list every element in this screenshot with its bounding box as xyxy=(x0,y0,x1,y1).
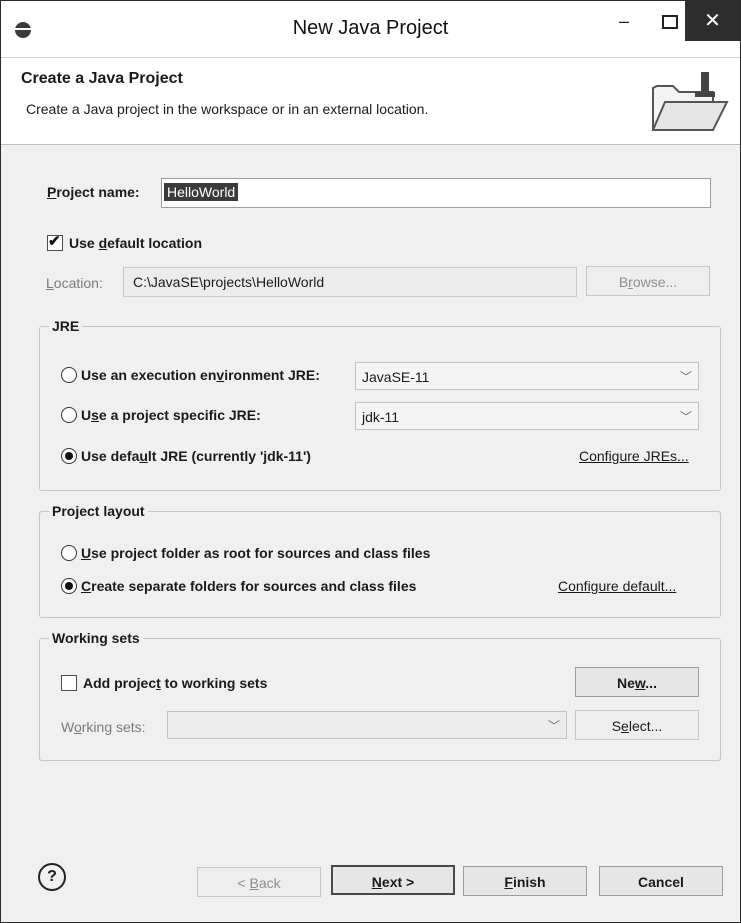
add-to-working-sets-checkbox[interactable] xyxy=(61,675,77,691)
exec-env-jre-value: JavaSE-11 xyxy=(362,369,430,385)
working-sets-group xyxy=(39,638,721,761)
next-button[interactable]: Next > xyxy=(331,865,455,895)
jre-group-title: JRE xyxy=(49,318,83,334)
configure-default-link[interactable]: Configure default... xyxy=(558,578,676,594)
chevron-down-icon: ﹀ xyxy=(679,410,692,424)
finish-button[interactable]: Finish xyxy=(463,866,587,896)
project-name-input[interactable]: HelloWorld xyxy=(161,178,711,208)
project-specific-jre-radio[interactable] xyxy=(61,407,77,423)
exec-env-jre-label: Use an execution environment JRE: xyxy=(81,367,320,383)
working-sets-select[interactable]: ﹀ xyxy=(167,711,567,739)
location-value: C:\JavaSE\projects\HelloWorld xyxy=(133,274,325,290)
new-java-project-dialog: New Java Project – ✕ Create a Java Proje… xyxy=(0,0,741,923)
working-sets-group-title: Working sets xyxy=(49,630,143,646)
location-label: Location: xyxy=(46,275,103,291)
default-jre-label: Use default JRE (currently 'jdk-11') xyxy=(81,448,311,464)
default-jre-radio[interactable] xyxy=(61,448,77,464)
separate-folders-radio[interactable] xyxy=(61,578,77,594)
back-button[interactable]: < Back xyxy=(197,867,321,897)
new-working-set-button[interactable]: New... xyxy=(575,667,699,697)
project-name-label: Project name: xyxy=(47,184,140,200)
project-folder-root-label: Use project folder as root for sources a… xyxy=(81,545,431,561)
title-bar: New Java Project – ✕ xyxy=(1,1,740,58)
project-layout-group xyxy=(39,511,721,618)
minimize-button[interactable]: – xyxy=(601,1,647,41)
exec-env-jre-select[interactable]: JavaSE-11 ﹀ xyxy=(355,362,699,390)
project-name-value: HelloWorld xyxy=(164,183,239,201)
configure-jres-link[interactable]: Configure JREs... xyxy=(579,448,689,464)
new-folder-wizard-icon xyxy=(651,72,729,131)
maximize-icon xyxy=(662,15,678,30)
project-specific-jre-label: Use a project specific JRE: xyxy=(81,407,261,423)
help-icon[interactable]: ? xyxy=(38,863,66,891)
project-folder-root-radio[interactable] xyxy=(61,545,77,561)
chevron-down-icon: ﹀ xyxy=(547,719,560,733)
select-working-sets-button[interactable]: Select... xyxy=(575,710,699,740)
use-default-location-checkbox[interactable] xyxy=(47,232,63,251)
wizard-banner: Create a Java Project Create a Java proj… xyxy=(1,58,740,145)
project-layout-group-title: Project layout xyxy=(49,503,148,519)
separate-folders-label: Create separate folders for sources and … xyxy=(81,578,417,594)
close-button[interactable]: ✕ xyxy=(685,1,740,41)
use-default-location-label: Use default location xyxy=(69,235,203,251)
project-specific-jre-value: jdk-11 xyxy=(362,409,400,425)
banner-description: Create a Java project in the workspace o… xyxy=(26,101,429,117)
working-sets-label: Working sets: xyxy=(61,719,146,735)
cancel-button[interactable]: Cancel xyxy=(599,866,723,896)
add-to-working-sets-label: Add project to working sets xyxy=(83,675,268,691)
project-specific-jre-select[interactable]: jdk-11 ﹀ xyxy=(355,402,699,430)
location-input[interactable]: C:\JavaSE\projects\HelloWorld xyxy=(123,267,577,297)
exec-env-jre-radio[interactable] xyxy=(61,367,77,383)
banner-title: Create a Java Project xyxy=(21,70,183,87)
chevron-down-icon: ﹀ xyxy=(679,370,692,384)
browse-button[interactable]: Browse... xyxy=(586,266,710,296)
